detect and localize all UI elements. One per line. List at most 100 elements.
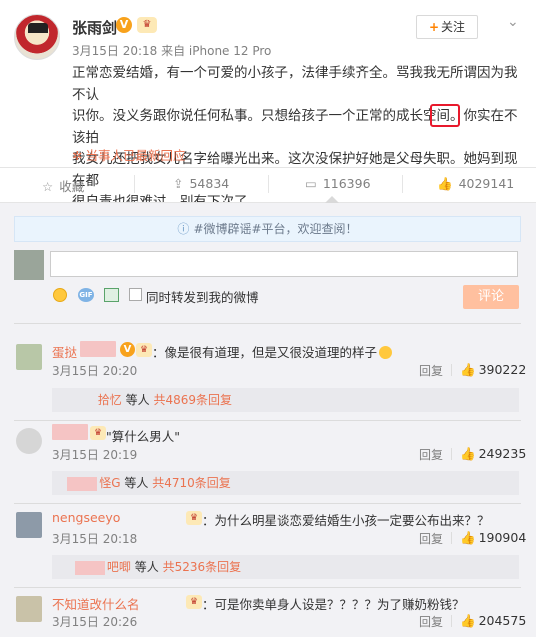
sub-reply-user[interactable]: 怪G bbox=[99, 476, 120, 490]
post-body-line: 识你。没义务跟你说任何私事。只想给孩子一个正常的成长空间。你实在不该拍 bbox=[72, 108, 518, 146]
comment-like-button[interactable]: 👍 204575 bbox=[460, 613, 526, 629]
spark-icon: ✲ bbox=[72, 148, 83, 163]
reply-button[interactable]: 回复 bbox=[419, 530, 443, 547]
reply-note-label: 当事人已最新回应 bbox=[85, 148, 186, 163]
like-count: 4029141 bbox=[458, 176, 515, 191]
thumbs-up-icon: 👍 bbox=[437, 176, 453, 191]
repost-count: 54834 bbox=[189, 176, 230, 191]
commenter-name[interactable]: 不知道改什么名 bbox=[52, 594, 140, 613]
comment-time: 3月15日 20:26 bbox=[52, 615, 138, 629]
divider bbox=[14, 587, 521, 588]
pointer-arrow bbox=[325, 196, 339, 203]
verified-badge-icon: V bbox=[120, 342, 135, 357]
grin-emoji-icon bbox=[379, 346, 393, 359]
comment-text: ：为什么明星谈恋爱结婚生小孩一定要公布出来？？ bbox=[202, 513, 490, 528]
crown-badge-icon: ♛ bbox=[137, 17, 157, 33]
favorite-label: 收藏 bbox=[59, 179, 85, 194]
blurred-name bbox=[80, 341, 116, 357]
submit-comment-button[interactable]: 评论 bbox=[463, 285, 519, 309]
author-name[interactable]: 张雨剑 bbox=[72, 17, 117, 38]
sub-replies[interactable]: 吧唧 等人 共5236条回复 bbox=[52, 555, 519, 579]
repost-icon: ⇪ bbox=[173, 176, 184, 191]
repost-checkbox-label: 同时转发到我的微博 bbox=[146, 290, 259, 305]
divider bbox=[14, 420, 521, 421]
reply-button[interactable]: 回复 bbox=[419, 362, 443, 379]
commenter-name[interactable]: nengseeyo bbox=[52, 510, 120, 525]
follow-label: 关注 bbox=[441, 20, 466, 34]
comment-input[interactable] bbox=[50, 251, 518, 277]
thumbs-up-icon: 👍 bbox=[460, 446, 476, 461]
thumbs-up-icon: 👍 bbox=[460, 530, 476, 545]
comment-like-button[interactable]: 👍 249235 bbox=[460, 446, 526, 462]
commenter-avatar[interactable] bbox=[16, 344, 42, 370]
plus-icon: + bbox=[428, 20, 440, 34]
repost-checkbox[interactable] bbox=[129, 288, 142, 301]
sub-reply-total[interactable]: 共4869条回复 bbox=[153, 393, 232, 407]
reply-button[interactable]: 回复 bbox=[419, 613, 443, 630]
sub-reply-total[interactable]: 共4710条回复 bbox=[152, 476, 231, 490]
crown-badge-icon: ♛ bbox=[90, 426, 106, 440]
comment-like-count: 249235 bbox=[478, 446, 527, 461]
gif-icon[interactable]: GIF bbox=[78, 288, 94, 302]
verified-badge-icon: V bbox=[116, 17, 132, 33]
separator bbox=[451, 448, 452, 460]
crown-badge-icon: ♛ bbox=[136, 343, 152, 357]
emoji-icon[interactable] bbox=[53, 288, 67, 302]
blurred-name bbox=[74, 560, 105, 575]
crown-badge-icon: ♛ bbox=[186, 595, 202, 609]
sub-reply-user[interactable]: 吧唧 bbox=[107, 560, 131, 574]
comment-like-count: 190904 bbox=[478, 530, 527, 545]
comment-like-button[interactable]: 👍 390222 bbox=[460, 362, 526, 378]
divider bbox=[0, 167, 536, 168]
post-meta: 3月15日 20:18 来自 iPhone 12 Pro bbox=[72, 44, 272, 58]
info-icon: ⓘ bbox=[177, 222, 190, 236]
sub-reply-user[interactable]: 拾忆 bbox=[98, 393, 122, 407]
comment-like-button[interactable]: 👍 190904 bbox=[460, 530, 526, 546]
sub-replies[interactable]: 拾忆 等人 共4869条回复 bbox=[52, 388, 519, 412]
author-avatar[interactable] bbox=[14, 14, 60, 60]
comment-text: ：可是你卖单身人设是？？？？为了赚奶粉钱？ bbox=[202, 597, 465, 612]
image-icon[interactable] bbox=[104, 288, 119, 302]
favorite-button[interactable]: ☆ 收藏 bbox=[42, 176, 84, 195]
repost-button[interactable]: ⇪ 54834 bbox=[173, 176, 229, 191]
comment-text-content: ：像是很有道理，但是又很没道理的样子 bbox=[152, 345, 378, 360]
sub-reply-etc: 等人 bbox=[134, 560, 159, 574]
notice-text: #微博辟谣#平台，欢迎查阅！ bbox=[193, 222, 358, 236]
commenter-name[interactable]: 蛋挞 bbox=[52, 342, 77, 361]
separator bbox=[451, 364, 452, 376]
commenter-avatar[interactable] bbox=[16, 596, 42, 622]
like-button[interactable]: 👍 4029141 bbox=[437, 176, 514, 192]
sub-replies[interactable]: 怪G 等人 共4710条回复 bbox=[52, 471, 519, 495]
sub-reply-etc: 等人 bbox=[125, 393, 150, 407]
blurred-name bbox=[52, 424, 88, 440]
rumor-notice[interactable]: ⓘ #微博辟谣#平台，欢迎查阅！ bbox=[14, 216, 521, 242]
comment-time: 3月15日 20:19 bbox=[52, 448, 138, 462]
commenter-avatar[interactable] bbox=[16, 512, 42, 538]
comment-button[interactable]: ▭ 116396 bbox=[305, 176, 371, 191]
separator bbox=[451, 615, 452, 627]
thumbs-up-icon: 👍 bbox=[460, 362, 476, 377]
sub-reply-etc: 等人 bbox=[124, 476, 149, 490]
my-avatar bbox=[14, 250, 44, 280]
blurred-name bbox=[67, 476, 98, 491]
comment-time: 3月15日 20:18 bbox=[52, 532, 138, 546]
comment-like-count: 204575 bbox=[478, 613, 527, 628]
follow-button[interactable]: + 关注 bbox=[416, 15, 478, 39]
separator bbox=[451, 532, 452, 544]
comment-like-count: 390222 bbox=[478, 362, 527, 377]
crown-badge-icon: ♛ bbox=[186, 511, 202, 525]
comment-icon: ▭ bbox=[305, 176, 317, 191]
post-body-line: 正常恋爱结婚，有一个可爱的小孩子，法律手续齐全。骂我我无所谓因为我不认 bbox=[72, 65, 518, 103]
chevron-down-icon[interactable]: ⌄ bbox=[507, 14, 521, 30]
reply-note[interactable]: ✲ 当事人已最新回应 bbox=[72, 145, 186, 164]
separator bbox=[268, 175, 269, 193]
sub-reply-total[interactable]: 共5236条回复 bbox=[163, 560, 242, 574]
star-icon: ☆ bbox=[42, 179, 54, 194]
divider bbox=[14, 503, 521, 504]
commenter-avatar[interactable] bbox=[16, 428, 42, 454]
thumbs-up-icon: 👍 bbox=[460, 613, 476, 628]
reply-button[interactable]: 回复 bbox=[419, 446, 443, 463]
comment-text: "算什么男人" bbox=[106, 429, 180, 444]
separator bbox=[402, 175, 403, 193]
separator bbox=[134, 175, 135, 193]
